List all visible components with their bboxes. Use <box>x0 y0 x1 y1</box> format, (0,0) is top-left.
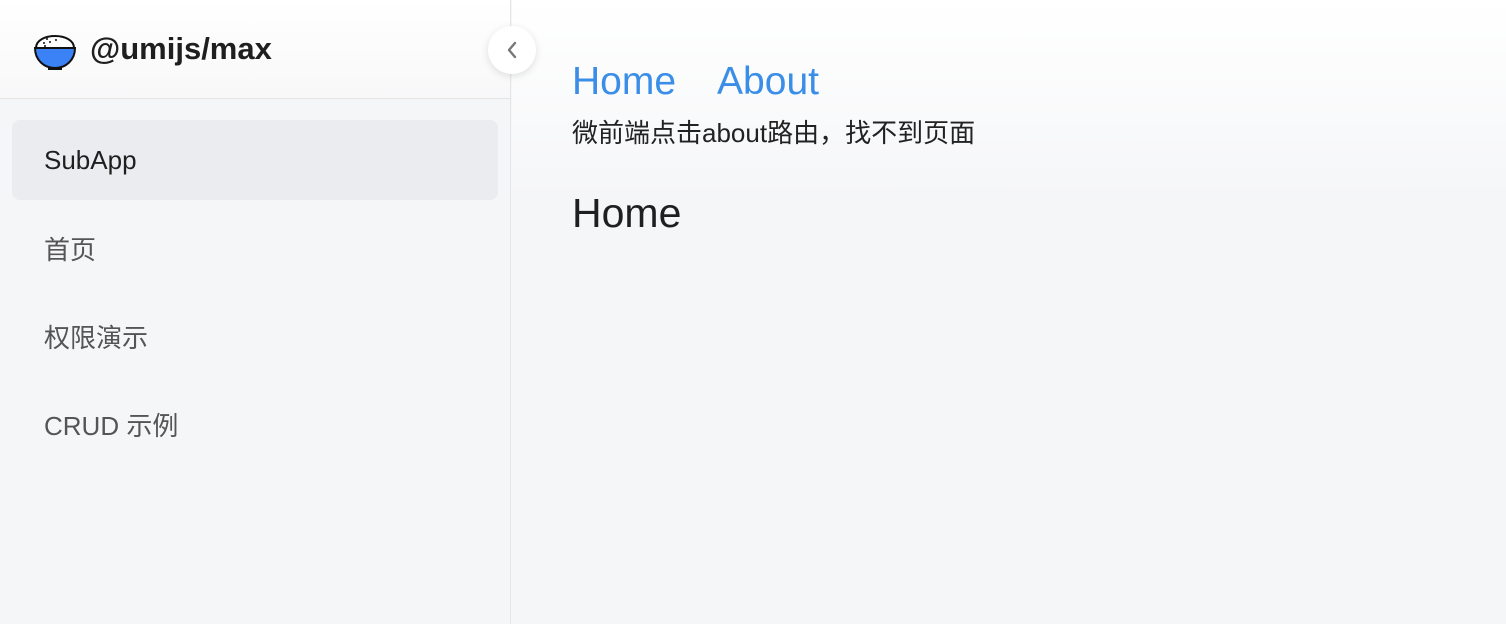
sidebar-item-home[interactable]: 首页 <box>12 208 498 288</box>
chevron-left-icon <box>507 41 517 59</box>
sidebar-collapse-button[interactable] <box>488 26 536 74</box>
top-nav: Home About <box>572 60 1506 104</box>
nav-link-home[interactable]: Home <box>572 60 676 104</box>
main-content: Home About 微前端点击about路由，找不到页面 Home <box>512 0 1506 624</box>
sidebar-item-label: 首页 <box>44 234 97 265</box>
sidebar-item-label: SubApp <box>44 144 137 175</box>
sidebar-item-subapp[interactable]: SubApp <box>12 120 498 200</box>
rice-bowl-icon <box>33 35 77 70</box>
sidebar-menu: SubApp 首页 权限演示 CRUD 示例 <box>0 99 510 464</box>
sidebar-item-crud[interactable]: CRUD 示例 <box>12 384 498 464</box>
page-title: Home <box>572 190 682 236</box>
app-title: @umijs/max <box>90 31 272 66</box>
info-note: 微前端点击about路由，找不到页面 <box>572 118 976 148</box>
sidebar-item-label: 权限演示 <box>44 322 149 353</box>
sidebar-item-access[interactable]: 权限演示 <box>12 296 498 376</box>
nav-link-about[interactable]: About <box>717 60 819 104</box>
sidebar: @umijs/max SubApp 首页 权限演示 CRUD 示例 <box>0 0 511 624</box>
sidebar-item-label: CRUD 示例 <box>44 410 179 441</box>
sidebar-header: @umijs/max <box>0 0 510 99</box>
